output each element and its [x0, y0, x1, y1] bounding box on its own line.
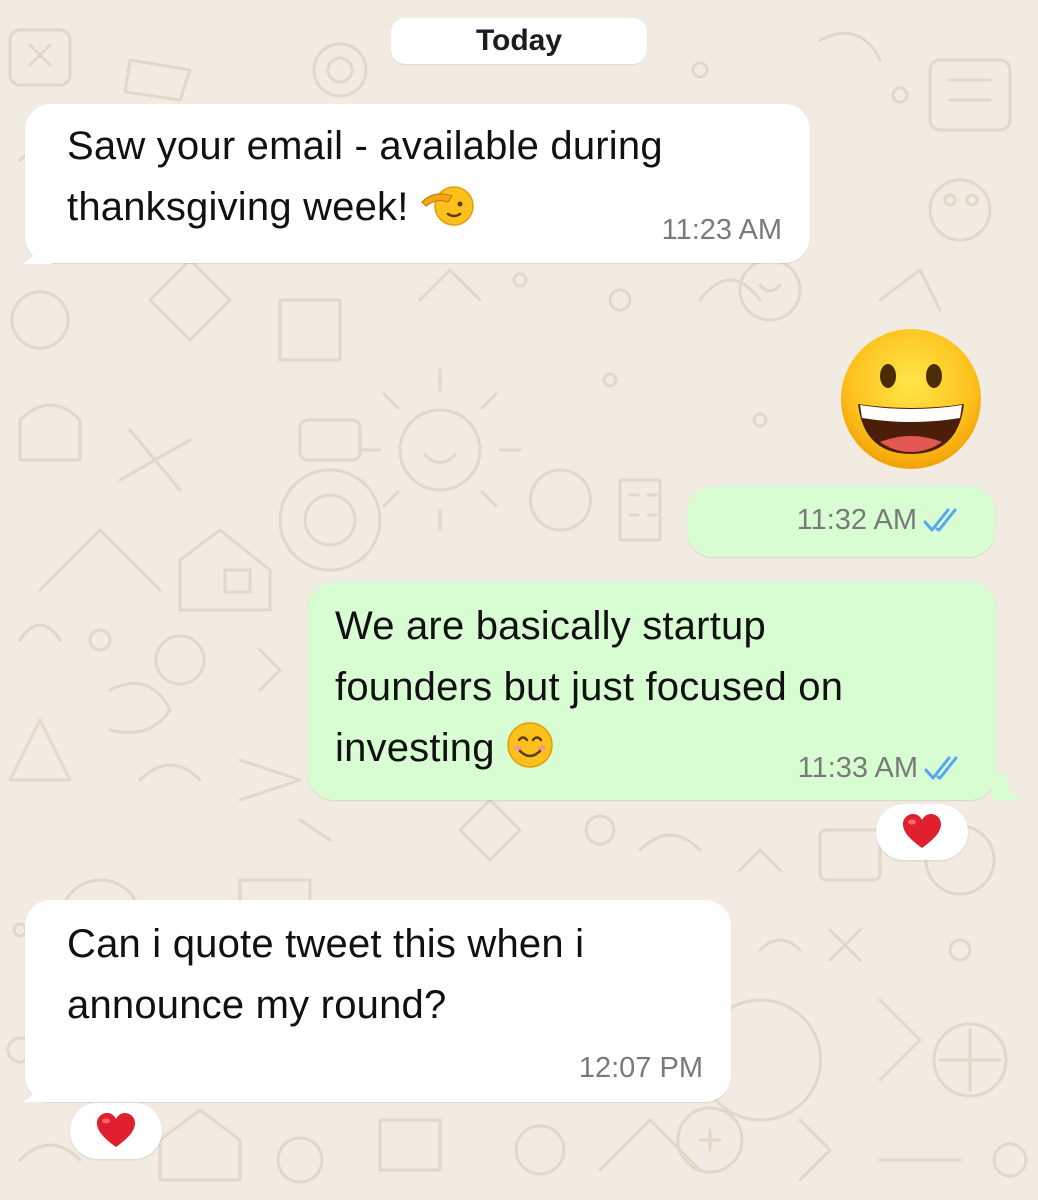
grinning-face-emoji-icon: [841, 329, 981, 469]
message-text-line: investing: [335, 726, 495, 770]
message-meta: 11:23 AM: [662, 214, 782, 247]
smiling-face-emoji-icon: [507, 722, 553, 768]
message-bubble-outgoing[interactable]: We are basically startup founders but ju…: [308, 582, 996, 800]
message-text-line: thanksgiving week!: [67, 185, 409, 229]
message-timestamp: 12:07 PM: [578, 1052, 703, 1084]
saluting-face-emoji-icon: [421, 186, 474, 226]
read-receipt-double-check-icon: [924, 756, 958, 779]
message-text-line: We are basically startup: [335, 604, 766, 648]
red-heart-icon: [97, 1113, 135, 1147]
bubble-tail: [992, 774, 1022, 800]
message-text-line: Saw your email - available during: [67, 124, 663, 168]
bubble-tail: [22, 1076, 52, 1102]
message-reaction[interactable]: [70, 1103, 162, 1159]
red-heart-icon: [903, 814, 941, 848]
message-meta: 11:33 AM: [798, 752, 966, 785]
message-timestamp: 11:23 AM: [661, 214, 782, 246]
message-text-line: announce my round?: [67, 983, 447, 1027]
message-reaction[interactable]: [876, 804, 968, 860]
message-text-line: Can i quote tweet this when i: [67, 922, 585, 966]
message-timestamp: 11:33 AM: [797, 752, 918, 784]
message-bubble-incoming[interactable]: Saw your email - available during thanks…: [25, 104, 810, 263]
message-meta: 11:32 AM: [797, 504, 965, 537]
date-separator-label: Today: [475, 24, 563, 57]
message-bubble-incoming[interactable]: Can i quote tweet this when i announce m…: [25, 900, 731, 1102]
message-text-line: founders but just focused on: [335, 665, 844, 709]
message-meta: 12:07 PM: [579, 1052, 703, 1085]
bubble-tail: [22, 238, 52, 264]
read-receipt-double-check-icon: [923, 508, 957, 531]
chat-thread: Today Saw your email - available during …: [0, 0, 1038, 1200]
message-bubble-outgoing[interactable]: 11:32 AM: [687, 486, 995, 557]
date-separator: Today: [391, 18, 647, 64]
message-timestamp: 11:32 AM: [796, 504, 917, 536]
